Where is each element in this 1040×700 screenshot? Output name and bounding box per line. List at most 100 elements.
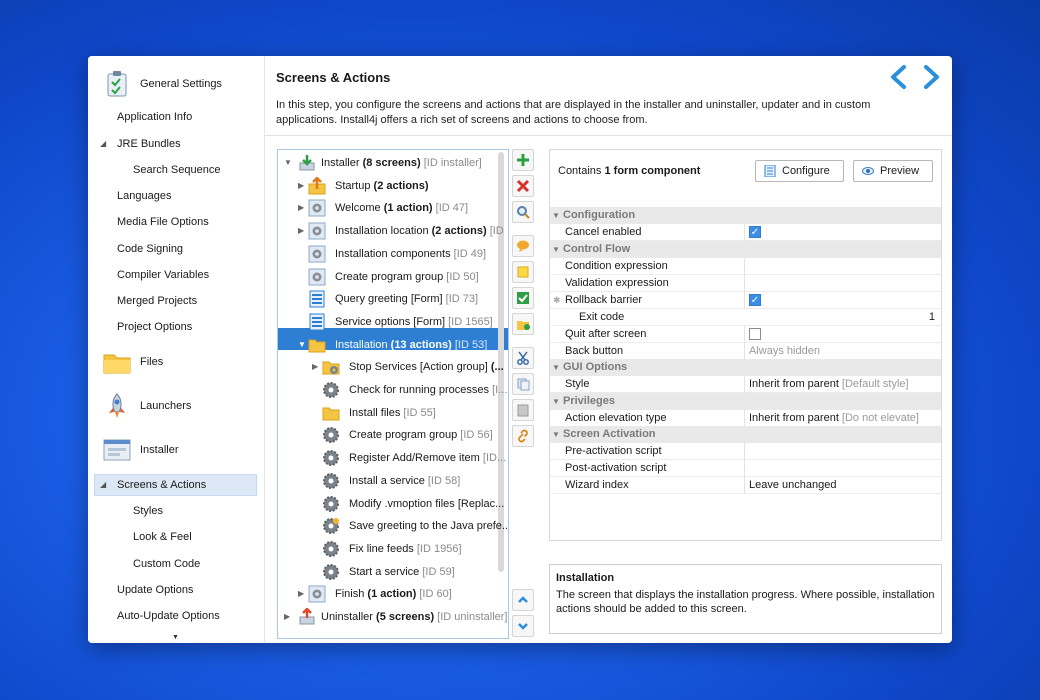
sidebar-item-label: Code Signing bbox=[117, 243, 184, 255]
prop-name: Pre-activation script bbox=[565, 445, 662, 457]
link-icon[interactable] bbox=[512, 425, 534, 447]
expand-arrow-icon[interactable]: ▶ bbox=[312, 356, 322, 378]
collapse-star-icon[interactable]: ✱ bbox=[553, 292, 561, 309]
sidebar-item-application-info[interactable]: Application Info bbox=[117, 108, 192, 126]
section-control-flow[interactable]: ▼ Control Flow bbox=[550, 241, 941, 258]
prop-quit-after-screen[interactable]: Quit after screen bbox=[550, 326, 941, 343]
collapse-arrow-icon[interactable]: ▼ bbox=[552, 359, 560, 376]
nav-general-settings[interactable]: General Settings bbox=[102, 68, 222, 100]
sidebar-item-update-options[interactable]: Update Options bbox=[117, 581, 193, 599]
tree-row-label: Finish (1 action) [ID 60] bbox=[335, 583, 452, 605]
prop-rollback-barrier[interactable]: ✱ Rollback barrier ✓ bbox=[550, 292, 941, 309]
header-divider bbox=[265, 135, 952, 136]
expand-arrow-icon[interactable]: ◢ bbox=[100, 476, 106, 494]
copy-icon[interactable] bbox=[512, 373, 534, 395]
collapse-arrow-icon[interactable]: ▼ bbox=[298, 334, 308, 356]
note-icon[interactable] bbox=[512, 261, 534, 283]
configure-button[interactable]: Configure bbox=[755, 160, 844, 182]
nav-files[interactable]: Files bbox=[102, 346, 163, 378]
expand-arrow-icon[interactable]: ◢ bbox=[100, 135, 106, 153]
expand-arrow-icon[interactable]: ▶ bbox=[298, 197, 308, 219]
tree-row-name: Fix line feeds bbox=[349, 542, 414, 555]
prop-name: Exit code bbox=[579, 311, 625, 323]
collapse-arrow-icon[interactable]: ▼ bbox=[552, 207, 560, 224]
move-up-icon[interactable] bbox=[512, 589, 534, 611]
sidebar-item-label: Media File Options bbox=[117, 216, 209, 228]
search-icon[interactable] bbox=[512, 201, 534, 223]
sidebar-item-media-file-options[interactable]: Media File Options bbox=[117, 213, 209, 231]
prop-value[interactable]: Inherit from parent [Default style] bbox=[749, 376, 939, 393]
checkbox[interactable]: ✓ bbox=[749, 226, 761, 238]
delete-icon[interactable] bbox=[512, 175, 534, 197]
prop-pre-activation-script[interactable]: Pre-activation script bbox=[550, 443, 941, 460]
prop-name: Rollback barrier bbox=[565, 294, 643, 306]
back-arrow-icon[interactable] bbox=[888, 64, 910, 90]
prop-action-elevation-type[interactable]: Action elevation type Inherit from parent… bbox=[550, 410, 941, 427]
tree-row-label: Fix line feeds [ID 1956] bbox=[349, 538, 462, 560]
move-down-icon[interactable] bbox=[512, 615, 534, 637]
section-gui-options[interactable]: ▼ GUI Options bbox=[550, 359, 941, 376]
prop-post-activation-script[interactable]: Post-activation script bbox=[550, 460, 941, 477]
tree-row-label: Register Add/Remove item [ID... bbox=[349, 447, 506, 469]
expand-arrow-icon[interactable]: ▶ bbox=[284, 606, 294, 628]
grid-divider bbox=[744, 292, 745, 309]
tree-row-id: [ID 59] bbox=[419, 565, 455, 578]
collapse-arrow-icon[interactable]: ▼ bbox=[552, 241, 560, 258]
prop-exit-code[interactable]: Exit code 1 bbox=[550, 309, 941, 326]
sidebar-item-auto-update-options[interactable]: Auto-Update Options bbox=[117, 607, 220, 625]
sidebar-item-project-options[interactable]: Project Options bbox=[117, 318, 192, 336]
screens-actions-tree[interactable]: ▼ Installer (8 screens) [ID installer] ▶ St… bbox=[277, 149, 509, 639]
prop-back-button[interactable]: Back button Always hidden bbox=[550, 343, 941, 360]
prop-condition-expression[interactable]: Condition expression bbox=[550, 258, 941, 275]
collapse-arrow-icon[interactable]: ▼ bbox=[552, 393, 560, 410]
sidebar-item-jre-bundles[interactable]: ◢ JRE Bundles bbox=[100, 135, 181, 153]
gear-icon bbox=[322, 426, 340, 444]
cut-icon[interactable] bbox=[512, 347, 534, 369]
prop-value[interactable]: Leave unchanged bbox=[749, 477, 939, 494]
sidebar-item-look-feel[interactable]: Look & Feel bbox=[133, 528, 192, 546]
prop-wizard-index[interactable]: Wizard index Leave unchanged bbox=[550, 477, 941, 494]
grid-divider bbox=[744, 410, 745, 427]
prop-value[interactable]: Inherit from parent [Do not elevate] bbox=[749, 410, 939, 427]
add-icon[interactable] bbox=[512, 149, 534, 171]
paste-icon[interactable] bbox=[512, 399, 534, 421]
checkbox[interactable]: ✓ bbox=[749, 294, 761, 306]
folder-add-icon[interactable] bbox=[512, 313, 534, 335]
grid-divider bbox=[744, 460, 745, 477]
section-label: Configuration bbox=[563, 209, 636, 221]
section-screen-activation[interactable]: ▼ Screen Activation bbox=[550, 426, 941, 443]
prop-value-text: Inherit from parent bbox=[749, 412, 839, 424]
sidebar-item-code-signing[interactable]: Code Signing bbox=[117, 240, 183, 258]
collapse-arrow-icon[interactable]: ▼ bbox=[284, 152, 294, 174]
section-privileges[interactable]: ▼ Privileges bbox=[550, 393, 941, 410]
prop-value[interactable]: Always hidden bbox=[749, 343, 939, 360]
prop-style[interactable]: Style Inherit from parent [Default style] bbox=[550, 376, 941, 393]
checkbox[interactable] bbox=[749, 328, 761, 340]
sidebar-item-search-sequence[interactable]: Search Sequence bbox=[133, 161, 220, 179]
sidebar-item-custom-code[interactable]: Custom Code bbox=[133, 555, 200, 573]
prop-name: Wizard index bbox=[565, 479, 629, 491]
sidebar-item-styles[interactable]: Styles bbox=[133, 502, 163, 520]
expand-arrow-icon[interactable]: ▶ bbox=[298, 175, 308, 197]
preview-button[interactable]: Preview bbox=[853, 160, 933, 182]
expand-arrow-icon[interactable]: ▶ bbox=[298, 583, 308, 605]
prop-cancel-enabled[interactable]: Cancel enabled ✓ bbox=[550, 224, 941, 241]
forward-arrow-icon[interactable] bbox=[920, 64, 942, 90]
sidebar-item-languages[interactable]: Languages bbox=[117, 187, 171, 205]
prop-validation-expression[interactable]: Validation expression bbox=[550, 275, 941, 292]
nav-launchers[interactable]: Launchers bbox=[102, 390, 191, 422]
check-icon[interactable] bbox=[512, 287, 534, 309]
message-icon[interactable] bbox=[512, 235, 534, 257]
form-icon bbox=[308, 313, 326, 331]
prop-value[interactable]: 1 bbox=[735, 309, 935, 326]
section-configuration[interactable]: ▼ Configuration bbox=[550, 207, 941, 224]
scroll-down-icon[interactable]: ▼ bbox=[172, 634, 179, 641]
collapse-arrow-icon[interactable]: ▼ bbox=[552, 426, 560, 443]
sidebar-item-merged-projects[interactable]: Merged Projects bbox=[117, 292, 197, 310]
description-text: The screen that displays the installatio… bbox=[556, 589, 935, 615]
sidebar-item-screens-actions[interactable]: ◢ Screens & Actions bbox=[100, 476, 207, 494]
sidebar-item-compiler-variables[interactable]: Compiler Variables bbox=[117, 266, 209, 284]
expand-arrow-icon[interactable]: ▶ bbox=[298, 220, 308, 242]
sidebar-item-label: Screens & Actions bbox=[117, 479, 207, 491]
nav-installer[interactable]: Installer bbox=[102, 434, 179, 466]
